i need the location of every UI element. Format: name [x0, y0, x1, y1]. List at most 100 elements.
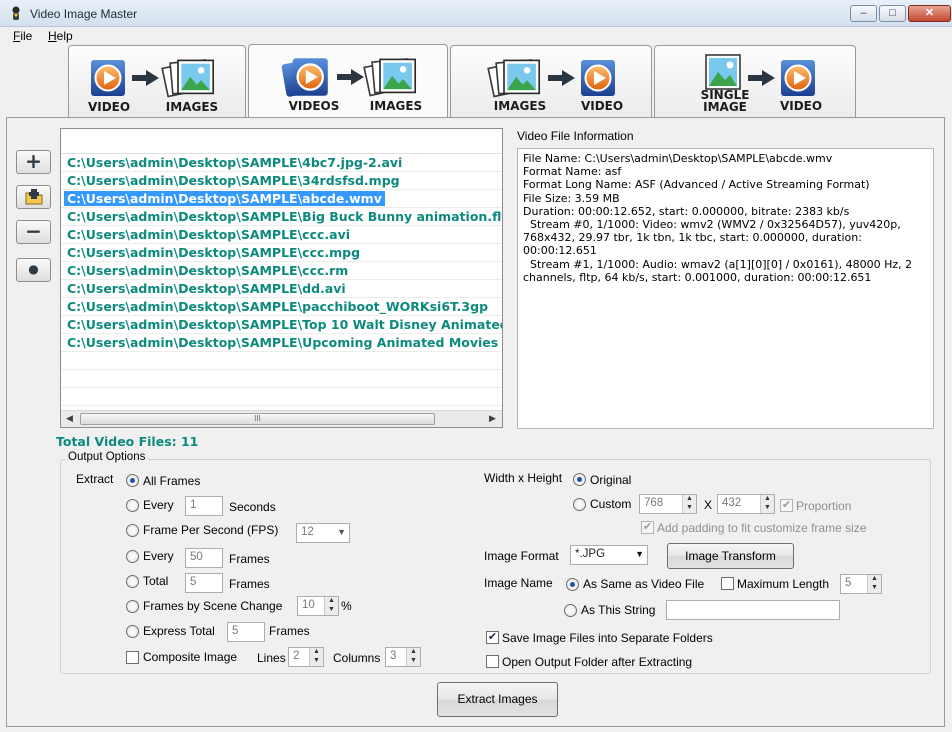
close-button[interactable]: ✕: [908, 5, 951, 22]
list-header: [61, 129, 502, 154]
tab-videos-to-images[interactable]: VIDEOS IMAGES: [248, 44, 448, 118]
fps-select[interactable]: 12 ▼: [296, 523, 350, 543]
window-title: Video Image Master: [30, 7, 138, 21]
images-icon: [363, 55, 419, 99]
menu-help[interactable]: Help: [48, 29, 73, 43]
lines-spinner[interactable]: [309, 648, 323, 666]
total-frames-input[interactable]: 5: [185, 573, 223, 593]
proportion-checkbox[interactable]: ✔: [780, 499, 793, 512]
scroll-right-icon[interactable]: ▶: [489, 413, 496, 424]
chevron-down-icon: ▼: [635, 549, 644, 559]
list-item[interactable]: C:\Users\admin\Desktop\SAMPLE\abcde.wmv: [61, 190, 502, 208]
padding-label: Add padding to fit customize frame size: [657, 521, 867, 535]
scene-change-input[interactable]: 10: [297, 596, 339, 616]
width-input[interactable]: 768: [639, 494, 697, 514]
composite-image-checkbox[interactable]: [126, 651, 139, 664]
original-size-radio[interactable]: [573, 473, 586, 486]
scroll-left-icon[interactable]: ◀: [66, 413, 73, 424]
empty-list-row: [61, 370, 502, 388]
every-frames-radio[interactable]: [126, 550, 139, 563]
list-item[interactable]: C:\Users\admin\Desktop\SAMPLE\ccc.avi: [61, 226, 502, 244]
max-length-input[interactable]: 5: [840, 574, 882, 594]
max-length-value: 5: [845, 577, 852, 589]
add-folder-button[interactable]: [16, 185, 51, 209]
max-length-checkbox[interactable]: [721, 577, 734, 590]
width-height-label: Width x Height: [484, 471, 563, 485]
every-seconds-input[interactable]: 1: [185, 496, 223, 516]
custom-size-radio[interactable]: [573, 498, 586, 511]
video-icon: [779, 58, 819, 98]
scrollbar-thumb[interactable]: III: [80, 413, 435, 425]
clear-list-button[interactable]: ●: [16, 258, 51, 282]
fps-label: Frame Per Second (FPS): [143, 523, 279, 537]
add-file-button[interactable]: +: [16, 150, 51, 174]
every-seconds-radio[interactable]: [126, 499, 139, 512]
tab-video-to-images[interactable]: VIDEO IMAGES: [68, 45, 246, 118]
chevron-down-icon: ▼: [337, 527, 346, 537]
lines-input[interactable]: 2: [288, 647, 324, 667]
horizontal-scrollbar[interactable]: ◀ III ▶: [61, 410, 502, 427]
same-as-video-radio[interactable]: [566, 578, 579, 591]
columns-value: 3: [390, 650, 397, 662]
list-item[interactable]: C:\Users\admin\Desktop\SAMPLE\Top 10 Wal…: [61, 316, 502, 334]
videos-icon: [281, 55, 335, 99]
every-frames-input[interactable]: 50: [185, 548, 223, 568]
every-frames-unit-label: Frames: [229, 552, 270, 566]
list-item-path: C:\Users\admin\Desktop\SAMPLE\ccc.mpg: [67, 245, 361, 260]
minimize-button[interactable]: –: [850, 5, 877, 22]
columns-spinner[interactable]: [406, 648, 420, 666]
arrow-right-icon: [547, 68, 577, 88]
width-spinner[interactable]: [682, 495, 696, 513]
original-size-label: Original: [590, 473, 632, 487]
menu-help-hotkey: H: [48, 29, 57, 43]
image-format-select[interactable]: *.JPG ▼: [570, 545, 648, 565]
extract-images-button[interactable]: Extract Images: [437, 682, 558, 717]
padding-checkbox[interactable]: ✔: [641, 521, 654, 534]
express-total-input[interactable]: 5: [227, 622, 265, 642]
list-item[interactable]: C:\Users\admin\Desktop\SAMPLE\34rdsfsd.m…: [61, 172, 502, 190]
scene-change-spinner[interactable]: [324, 597, 338, 615]
output-options-title: Output Options: [65, 451, 149, 463]
height-input[interactable]: 432: [717, 494, 775, 514]
list-item[interactable]: C:\Users\admin\Desktop\SAMPLE\Upcoming A…: [61, 334, 502, 352]
arrow-right-icon: [747, 68, 777, 88]
total-frames-radio[interactable]: [126, 575, 139, 588]
all-frames-label: All Frames: [143, 474, 201, 488]
maximize-button[interactable]: □: [879, 5, 906, 22]
scene-change-radio[interactable]: [126, 600, 139, 613]
size-separator: X: [704, 498, 713, 512]
list-item[interactable]: C:\Users\admin\Desktop\SAMPLE\pacchiboot…: [61, 298, 502, 316]
image-transform-button[interactable]: Image Transform: [667, 543, 794, 569]
list-item[interactable]: C:\Users\admin\Desktop\SAMPLE\4bc7.jpg-2…: [61, 154, 502, 172]
as-this-string-label: As This String: [581, 603, 656, 617]
tab-videos-to-images-left-label: VIDEOS: [288, 99, 340, 113]
total-frames-unit-label: Frames: [229, 577, 270, 591]
list-item[interactable]: C:\Users\admin\Desktop\SAMPLE\Big Buck B…: [61, 208, 502, 226]
columns-input[interactable]: 3: [385, 647, 421, 667]
as-this-string-radio[interactable]: [564, 604, 577, 617]
open-folder-checkbox[interactable]: [486, 655, 499, 668]
tab-images-to-video[interactable]: IMAGES VIDEO: [450, 45, 652, 118]
all-frames-radio[interactable]: [126, 474, 139, 487]
images-icon: [487, 56, 543, 100]
custom-size-label: Custom: [590, 497, 632, 511]
columns-label: Columns: [333, 651, 381, 665]
video-info-text[interactable]: File Name: C:\Users\admin\Desktop\SAMPLE…: [517, 148, 934, 429]
custom-name-input[interactable]: [666, 600, 840, 620]
list-item-path: C:\Users\admin\Desktop\SAMPLE\Upcoming A…: [67, 335, 502, 350]
separate-folders-checkbox[interactable]: ✔: [486, 631, 499, 644]
menu-file[interactable]: File: [13, 29, 32, 43]
tab-single-image-to-video[interactable]: SINGLE IMAGE VIDEO: [654, 45, 856, 118]
list-item[interactable]: C:\Users\admin\Desktop\SAMPLE\ccc.rm: [61, 262, 502, 280]
list-item[interactable]: C:\Users\admin\Desktop\SAMPLE\ccc.mpg: [61, 244, 502, 262]
list-item-path: C:\Users\admin\Desktop\SAMPLE\ccc.avi: [67, 227, 351, 242]
list-item[interactable]: C:\Users\admin\Desktop\SAMPLE\dd.avi: [61, 280, 502, 298]
list-item-path: C:\Users\admin\Desktop\SAMPLE\dd.avi: [67, 281, 346, 296]
height-spinner[interactable]: [760, 495, 774, 513]
remove-file-button[interactable]: −: [16, 220, 51, 244]
video-file-list[interactable]: C:\Users\admin\Desktop\SAMPLE\4bc7.jpg-2…: [60, 128, 503, 428]
express-total-radio[interactable]: [126, 625, 139, 638]
max-length-spinner[interactable]: [867, 575, 881, 593]
lines-value: 2: [293, 650, 300, 662]
fps-radio[interactable]: [126, 524, 139, 537]
